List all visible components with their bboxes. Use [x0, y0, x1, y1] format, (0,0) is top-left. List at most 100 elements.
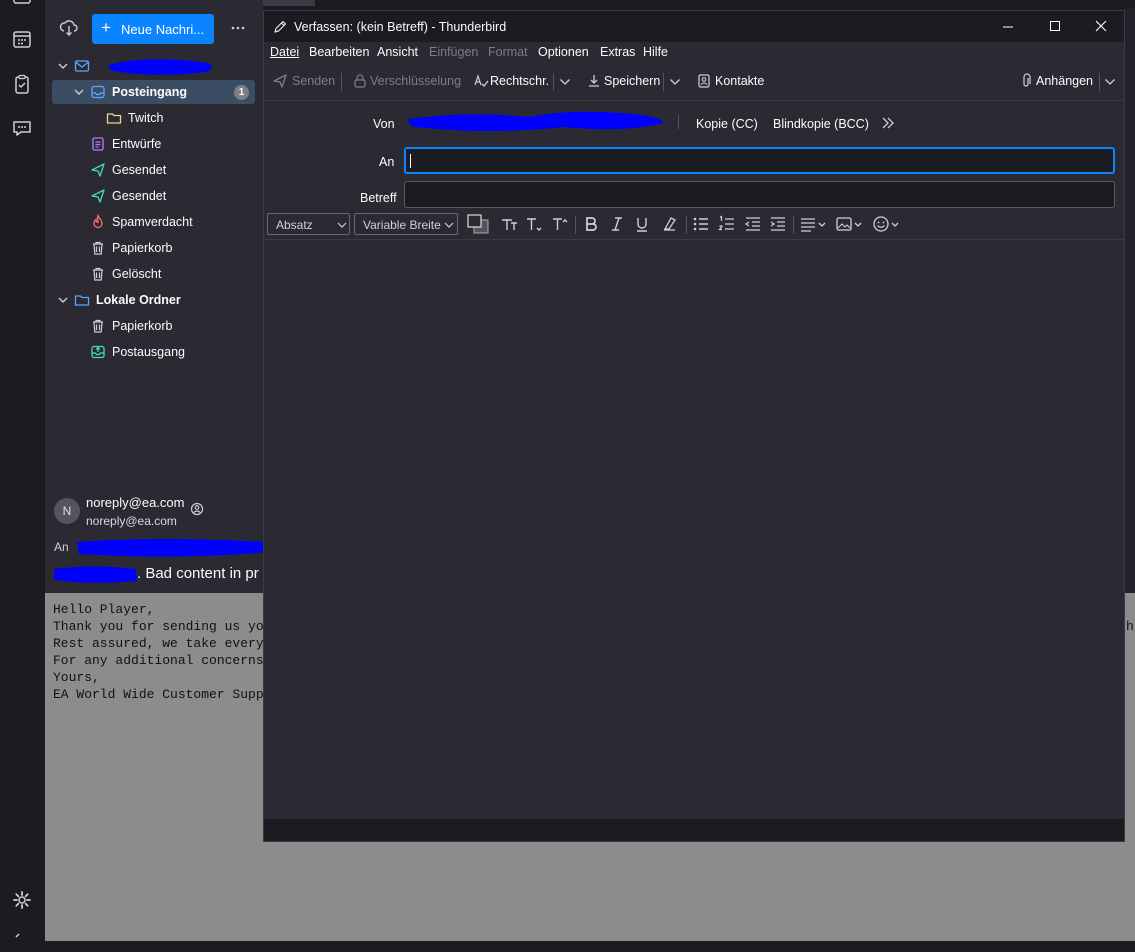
folder-trash[interactable]: Papierkorb: [52, 236, 255, 260]
save-icon: [586, 73, 602, 89]
chevron-down-icon[interactable]: [56, 293, 70, 307]
avatar: N: [54, 498, 80, 524]
indent-icon[interactable]: [768, 214, 788, 234]
calendar-icon[interactable]: [11, 28, 33, 50]
collapse-icon[interactable]: [11, 930, 33, 952]
chevron-down-icon: [444, 222, 454, 228]
folder-spam[interactable]: Spamverdacht: [52, 210, 255, 234]
outbox-icon: [90, 344, 106, 360]
italic-icon[interactable]: [607, 214, 627, 234]
save-button[interactable]: Speichern: [604, 74, 660, 88]
numbered-list-icon[interactable]: [717, 214, 737, 234]
menu-help[interactable]: Hilfe: [643, 45, 668, 59]
chevron-down-icon[interactable]: [1103, 75, 1117, 89]
increase-font-icon[interactable]: [550, 214, 570, 234]
message-header: N noreply@ea.com noreply@ea.com An . Bad…: [45, 488, 269, 593]
spelling-button[interactable]: Rechtschr.: [490, 74, 549, 88]
folder-label: Posteingang: [112, 85, 188, 99]
font-select[interactable]: Variable Breite: [354, 213, 458, 235]
menu-edit[interactable]: Bearbeiten: [309, 45, 369, 59]
chevron-down-icon[interactable]: [56, 59, 70, 73]
bullet-list-icon[interactable]: [691, 214, 711, 234]
mail-icon[interactable]: [11, 0, 33, 8]
attach-button[interactable]: Anhängen: [1036, 74, 1093, 88]
account-row[interactable]: [52, 54, 255, 78]
chat-icon[interactable]: [11, 117, 33, 139]
folder-outbox[interactable]: Postausgang: [52, 340, 255, 364]
contacts-button[interactable]: Kontakte: [715, 74, 764, 88]
chevron-down-icon[interactable]: [72, 85, 86, 99]
mail-account-icon: [74, 58, 90, 74]
title-bar[interactable]: Verfassen: (kein Betreff) - Thunderbird: [264, 11, 1124, 42]
folder-twitch[interactable]: Twitch: [52, 106, 255, 130]
folder-sent[interactable]: Gesendet: [52, 158, 255, 182]
clear-formatting-icon[interactable]: [661, 214, 681, 234]
get-messages-icon[interactable]: [58, 17, 80, 39]
folder-sent-2[interactable]: Gesendet: [52, 184, 255, 208]
redacted-from-address[interactable]: [404, 107, 670, 137]
menu-options[interactable]: Optionen: [538, 45, 589, 59]
message-editor[interactable]: [264, 239, 1124, 820]
compose-window: Verfassen: (kein Betreff) - Thunderbird …: [263, 10, 1125, 842]
menu-file[interactable]: Datei: [270, 45, 299, 59]
menu-format[interactable]: Format: [488, 45, 528, 59]
outdent-icon[interactable]: [743, 214, 763, 234]
menu-view[interactable]: Ansicht: [377, 45, 418, 59]
unread-count-badge: 1: [234, 85, 249, 100]
to-input[interactable]: [404, 147, 1115, 174]
redacted-recipient: [77, 539, 269, 557]
folder-label: Twitch: [128, 111, 164, 125]
to-label: An: [379, 155, 395, 169]
local-folders-row[interactable]: Lokale Ordner: [52, 288, 255, 312]
text-color-icon[interactable]: [465, 213, 491, 235]
folder-deleted[interactable]: Gelöscht: [52, 262, 255, 286]
separator: [793, 216, 794, 234]
drafts-icon: [90, 136, 106, 152]
folder-local-trash[interactable]: Papierkorb: [52, 314, 255, 338]
folder-drafts[interactable]: Entwürfe: [52, 132, 255, 156]
inbox-icon: [90, 84, 106, 100]
folder-label: Spamverdacht: [112, 215, 193, 229]
bold-icon[interactable]: [581, 214, 601, 234]
chevron-down-icon[interactable]: [558, 75, 572, 89]
to-label: An: [54, 540, 69, 554]
maximize-icon[interactable]: [1044, 16, 1066, 36]
cc-button[interactable]: Kopie (CC): [696, 117, 758, 131]
decrease-font-icon[interactable]: [524, 214, 544, 234]
menu-tools[interactable]: Extras: [600, 45, 635, 59]
settings-gear-icon[interactable]: [11, 889, 33, 911]
subject-input[interactable]: [404, 181, 1115, 208]
trash-icon: [90, 240, 106, 256]
underline-icon[interactable]: [632, 214, 652, 234]
font-size-icon[interactable]: [499, 214, 519, 234]
new-message-button[interactable]: + Neue Nachri...: [92, 14, 214, 44]
encryption-button[interactable]: Verschlüsselung: [370, 74, 461, 88]
insert-image-icon[interactable]: [835, 214, 865, 234]
more-menu-icon[interactable]: [229, 19, 247, 37]
chevron-down-icon[interactable]: [668, 75, 682, 89]
tasks-icon[interactable]: [11, 73, 33, 95]
send-button[interactable]: Senden: [292, 74, 335, 88]
emoji-icon[interactable]: [872, 214, 902, 234]
align-icon[interactable]: [799, 214, 829, 234]
folder-label: Papierkorb: [112, 241, 173, 255]
more-fields-chevron-icon[interactable]: [880, 115, 896, 131]
send-icon: [272, 73, 288, 89]
separator: [663, 73, 664, 91]
minimize-icon[interactable]: [997, 16, 1019, 36]
body-line: Yours,: [53, 670, 100, 685]
menu-insert[interactable]: Einfügen: [429, 45, 478, 59]
folder-inbox[interactable]: Posteingang 1: [52, 80, 255, 104]
bcc-button[interactable]: Blindkopie (BCC): [773, 117, 869, 131]
contact-icon[interactable]: [190, 502, 204, 516]
separator: [341, 73, 342, 91]
redacted-account-name: [108, 59, 212, 75]
separator: [678, 115, 679, 129]
sender-name[interactable]: noreply@ea.com: [86, 495, 184, 510]
chevron-down-icon: [337, 222, 347, 228]
body-line: Hello Player,: [53, 602, 155, 617]
body-line: EA World Wide Customer Supp: [53, 687, 264, 702]
close-icon[interactable]: [1090, 16, 1112, 36]
folder-label: Postausgang: [112, 345, 185, 359]
paragraph-format-select[interactable]: Absatz: [267, 213, 350, 235]
